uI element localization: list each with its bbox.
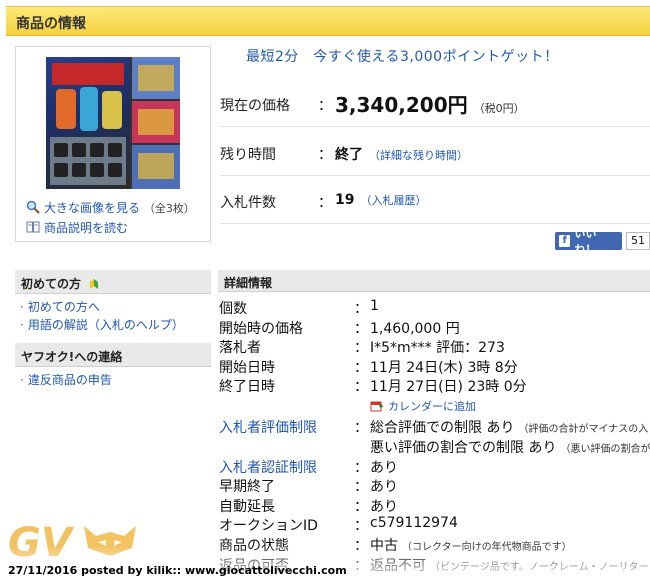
detail-value-text: 悪い評価の割合での制限 あり	[370, 440, 557, 456]
detail-value-text: c579112974	[370, 515, 458, 531]
detail-value-text: I*5*m*** 評価：273	[370, 340, 505, 356]
facebook-like-label: いいね！	[574, 227, 597, 256]
image-count: （全3枚）	[143, 202, 195, 215]
detail-label: 自動延長	[219, 499, 275, 515]
detail-value: 11月 24日(木) 3時 8分	[370, 357, 518, 377]
detail-label: 商品の状態	[219, 538, 289, 554]
price-amount: 3,340,200円	[335, 93, 468, 117]
bid-count-value: 19 （入札履歴）	[335, 192, 426, 208]
magnifier-icon	[26, 200, 40, 214]
calendar-icon	[370, 401, 383, 412]
current-price-value: 3,340,200円 （税0円）	[335, 89, 525, 118]
bid-count: 19	[335, 192, 355, 208]
facebook-like: f いいね！ 51	[555, 227, 650, 256]
gv-watermark-logo: GV	[8, 520, 136, 564]
detail-label: 開始時の価格	[219, 321, 303, 337]
current-price-label: 現在の価格	[220, 98, 290, 114]
points-promo-link[interactable]: 最短2分 今すぐ使える3,000ポイントゲット！	[246, 46, 559, 66]
add-to-calendar-link: カレンダーに追加	[388, 400, 476, 413]
detail-note: （コレクター向けの年代物商品です）	[402, 542, 572, 553]
detail-value-text: あり	[370, 479, 398, 495]
detail-value: 11月 27日(日) 23時 0分	[370, 376, 527, 396]
detail-value: c579112974	[370, 515, 458, 531]
detail-value: 返品不可 （ビンテージ品です。ノークレーム・ノーリター	[370, 555, 649, 575]
detail-value: I*5*m*** 評価：273	[370, 337, 505, 357]
image-panel-side-3	[132, 145, 180, 189]
detail-value: あり	[370, 457, 398, 477]
detail-value: あり	[370, 476, 398, 496]
beginner-leaf-icon	[90, 279, 99, 289]
bid-count-label: 入札件数	[220, 195, 276, 211]
section-header: 商品の情報	[6, 6, 650, 36]
product-thumbnail-box: 大きな画像を見る （全3枚） 商品説明を読む	[15, 46, 211, 242]
detail-note: （悪い評価の割合が	[560, 444, 650, 455]
tax-note: （税0円）	[473, 102, 525, 115]
bid-history-link[interactable]: （入札履歴）	[360, 194, 426, 207]
detail-label: 終了日時	[219, 379, 275, 395]
image-panel-side-1	[132, 57, 180, 99]
sidebar-beginner-heading: 初めての方	[15, 270, 211, 294]
detail-value-text: 総合評価での制限 あり	[370, 420, 515, 436]
section-title: 商品の情報	[16, 16, 86, 32]
book-icon	[26, 221, 40, 233]
detail-label[interactable]: 入札者評価制限	[219, 417, 317, 437]
watermark-caption: 27/11/2016 posted by kilik:: www.giocatt…	[8, 564, 347, 577]
svg-text:GV: GV	[8, 520, 75, 564]
remaining-status: 終了	[335, 147, 363, 163]
image-panel-side-2	[132, 101, 180, 143]
remaining-time-row: 残り時間 ： 終了 （詳細な残り時間）	[220, 130, 650, 176]
enlarge-image-link[interactable]: 大きな画像を見る	[44, 201, 140, 215]
sidebar-contact-heading: ヤフオク!への連絡	[15, 343, 211, 367]
detail-value-text: 1,460,000 円	[370, 321, 460, 337]
remaining-time-value: 終了 （詳細な残り時間）	[335, 144, 468, 164]
detail-value: 悪い評価の割合での制限 あり （悪い評価の割合が	[370, 437, 650, 457]
bid-count-row: 入札件数 ： 19 （入札履歴）	[220, 178, 650, 224]
sidebar-item-beginners-guide[interactable]: · 初めての方へ	[20, 298, 100, 315]
product-image[interactable]	[46, 57, 180, 189]
detail-value: 1	[370, 298, 379, 314]
detail-label: 個数	[219, 301, 247, 317]
detail-value: 中古 （コレクター向けの年代物商品です）	[370, 535, 572, 555]
detail-value-text: 返品不可	[370, 558, 426, 574]
facebook-like-count: 51	[626, 232, 650, 250]
detail-label: 早期終了	[219, 479, 275, 495]
detail-value-text: 11月 24日(木) 3時 8分	[370, 360, 518, 376]
sidebar-item-report-violation[interactable]: · 違反商品の申告	[20, 371, 112, 388]
detail-value-text: あり	[370, 499, 398, 515]
sidebar-item-glossary[interactable]: · 用語の解説（入札のヘルプ）	[20, 316, 184, 333]
detail-value-text: あり	[370, 460, 398, 476]
enlarge-image-row: 大きな画像を見る （全3枚）	[26, 199, 195, 216]
detail-note: （評価の合計がマイナスの入	[518, 424, 649, 435]
detail-value: 1,460,000 円	[370, 318, 460, 338]
add-to-calendar[interactable]: カレンダーに追加	[370, 398, 476, 414]
detail-value-text: 中古	[370, 538, 398, 554]
detail-label: オークションID	[219, 518, 318, 534]
remaining-time-label: 残り時間	[220, 147, 276, 163]
image-panel-main	[46, 57, 130, 189]
details-heading: 詳細情報	[218, 270, 650, 292]
remaining-detail-link[interactable]: （詳細な残り時間）	[369, 149, 468, 162]
detail-value-text: 1	[370, 298, 379, 314]
facebook-like-button[interactable]: f いいね！	[555, 227, 622, 256]
detail-label: 落札者	[219, 340, 261, 356]
current-price-row: 現在の価格 ： 3,340,200円 （税0円）	[220, 81, 650, 127]
detail-value-text: 11月 27日(日) 23時 0分	[370, 379, 527, 395]
description-link[interactable]: 商品説明を読む	[44, 221, 128, 235]
detail-note: （ビンテージ品です。ノークレーム・ノーリター	[430, 562, 649, 573]
detail-label: 開始日時	[219, 360, 275, 376]
detail-value: 総合評価での制限 あり （評価の合計がマイナスの入	[370, 417, 648, 437]
description-row: 商品説明を読む	[26, 219, 128, 236]
detail-label[interactable]: 入札者認証制限	[219, 457, 317, 477]
facebook-icon: f	[559, 235, 571, 247]
detail-value: あり	[370, 496, 398, 516]
